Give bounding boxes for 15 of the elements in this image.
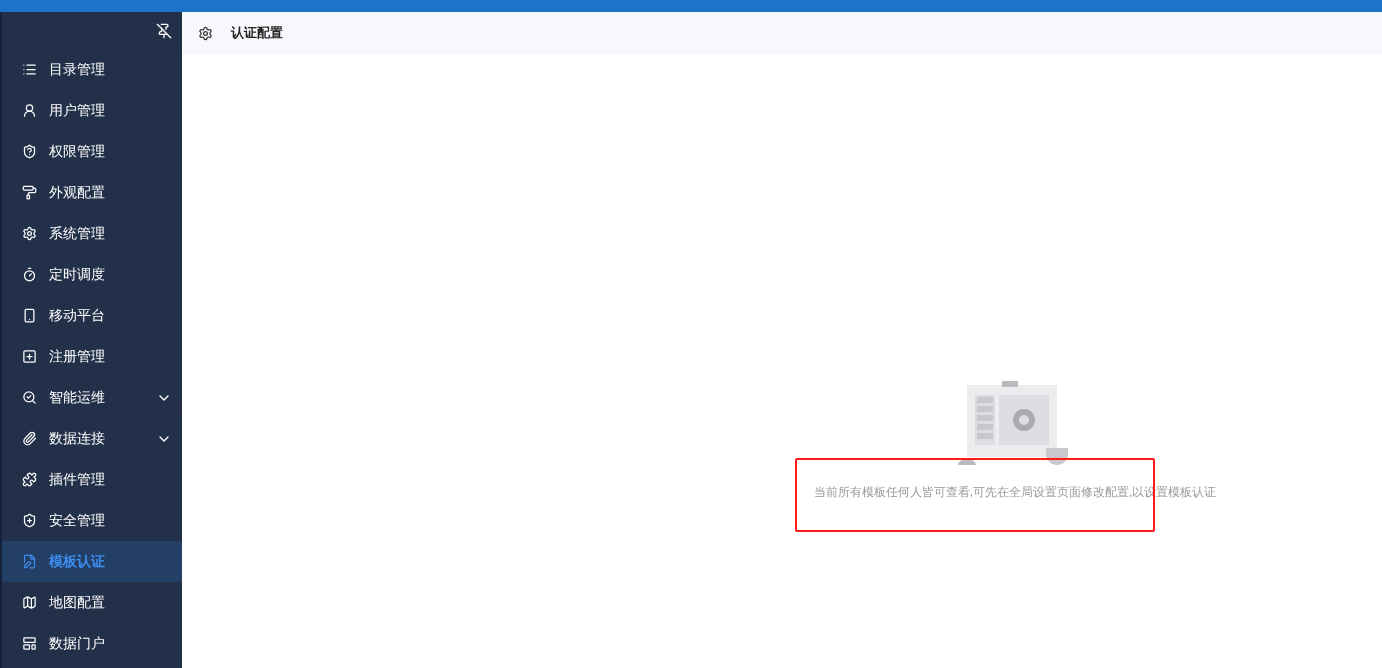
sidebar-item[interactable]: 移动平台 [2,295,182,336]
sidebar-item[interactable]: 外观配置 [2,172,182,213]
sidebar-item[interactable]: 系统管理 [2,213,182,254]
sidebar-item[interactable]: 注册管理 [2,336,182,377]
sidebar-item[interactable]: 安全管理 [2,500,182,541]
sidebar-item[interactable]: 目录管理 [2,49,182,90]
sidebar-item[interactable]: 定时调度 [2,254,182,295]
sidebar-item[interactable]: 数据门户 [2,623,182,664]
sidebar-item[interactable]: 数据连接 [2,418,182,459]
sidebar-item[interactable]: 权限管理 [2,131,182,172]
sidebar-item[interactable]: 插件管理 [2,459,182,500]
page-title: 认证配置 [231,24,283,43]
sidebar-item[interactable]: 地图配置 [2,582,182,623]
sidebar-item[interactable]: 智能运维 [2,377,182,418]
sidebar-item[interactable]: 用户管理 [2,90,182,131]
